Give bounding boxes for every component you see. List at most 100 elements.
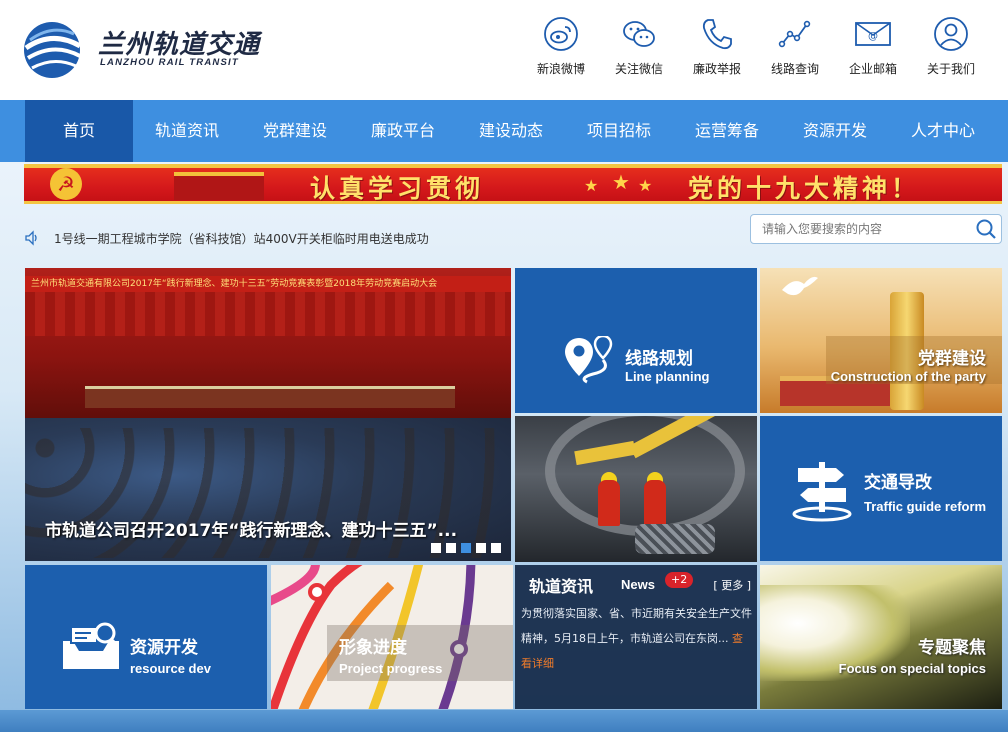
tile-title: 线路规划	[625, 349, 693, 369]
tile-subtitle: Construction of the party	[830, 369, 986, 384]
top-link-route[interactable]: 线路查询	[756, 14, 834, 86]
site-logo[interactable]: 兰州轨道交通 LANZHOU RAIL TRANSIT	[24, 20, 259, 80]
nav-item-home[interactable]: 首页	[25, 100, 133, 162]
slide-photo-podium	[85, 386, 455, 408]
tile-subtitle: Line planning	[625, 369, 710, 384]
star-icon: ★	[638, 176, 653, 195]
mail-icon: @	[855, 22, 891, 46]
logo-text-en: LANZHOU RAIL TRANSIT	[100, 57, 239, 68]
tile-title: 形象进度	[339, 638, 407, 658]
top-link-label: 关注微信	[614, 62, 663, 76]
top-link-label: 新浪微博	[536, 62, 585, 76]
signpost-icon	[792, 462, 852, 522]
banner-border-top	[24, 164, 1002, 168]
nav-item-integrity[interactable]: 廉政平台	[349, 100, 457, 162]
top-link-label: 关于我们	[926, 62, 975, 76]
tile-line-planning[interactable]: 线路规划 Line planning	[515, 268, 757, 413]
top-link-weibo[interactable]: 新浪微博	[522, 14, 600, 86]
party-banner[interactable]: ☭ ★ ★ ★ 认真学习贯彻 党的十九大精神！	[24, 164, 1002, 204]
svg-text:@: @	[868, 31, 878, 42]
tile-text: 党群建设 Construction of the party	[831, 344, 986, 384]
worker-illustration	[644, 480, 666, 526]
user-icon	[934, 17, 968, 51]
chain-illustration	[635, 524, 715, 554]
banner-text-left: 认真学习贯彻	[310, 174, 485, 203]
news-panel: 轨道资讯 News +2 [ 更多 ] 为贯彻落实国家、省、市近期有关安全生产文…	[515, 565, 757, 709]
tile-subtitle: resource dev	[130, 661, 211, 676]
star-icon: ★	[612, 170, 630, 194]
speaker-icon	[25, 230, 37, 246]
news-summary: 为贯彻落实国家、省、市近期有关安全生产文件精神，5月18日上午，市轨道公司在东岗…	[521, 601, 753, 676]
tile-subtitle: Traffic guide reform	[864, 499, 987, 514]
tile-resource-dev[interactable]: 资源开发 resource dev	[25, 565, 267, 709]
footer-strip	[0, 710, 1008, 732]
news-count-badge: +2	[665, 572, 694, 588]
tile-subtitle: Project progress	[339, 661, 443, 676]
nav-item-talent[interactable]: 人才中心	[889, 100, 997, 162]
tile-party-building[interactable]: 党群建设 Construction of the party	[760, 268, 1002, 413]
slide-caption[interactable]: 市轨道公司召开2017年“践行新理念、建功十三五”...	[45, 516, 457, 541]
slide-dot[interactable]	[491, 543, 501, 553]
gate-illustration	[174, 172, 264, 200]
dove-icon	[782, 276, 818, 296]
tile-subtitle: Focus on special topics	[838, 661, 986, 676]
tile-special-topics[interactable]: 专题聚焦 Focus on special topics	[760, 565, 1002, 709]
news-summary-text: 为贯彻落实国家、省、市近期有关安全生产文件精神，5月18日上午，市轨道公司在东岗…	[521, 607, 752, 645]
search-box	[750, 214, 1002, 244]
notice-text[interactable]: 1号线一期工程城市学院（省科技馆）站400V开关柜临时用电送电成功	[54, 230, 429, 247]
tile-text: 资源开发 resource dev	[130, 633, 211, 676]
tile-text: 专题聚焦 Focus on special topics	[839, 633, 986, 676]
top-link-about[interactable]: 关于我们	[912, 14, 990, 86]
top-link-label: 廉政举报	[692, 62, 741, 76]
news-slideshow[interactable]: 兰州市轨道交通有限公司2017年“践行新理念、建功十三五”劳动竞赛表彰暨2018…	[25, 268, 511, 561]
site-header: 兰州轨道交通 LANZHOU RAIL TRANSIT 新浪微博 关注微信 廉政…	[0, 0, 1008, 100]
top-link-mail[interactable]: @ 企业邮箱	[834, 14, 912, 86]
tile-text: 交通导改 Traffic guide reform	[864, 468, 986, 514]
tile-title: 交通导改	[864, 473, 932, 493]
star-icon: ★	[584, 176, 599, 195]
tile-title: 党群建设	[918, 349, 986, 369]
slide-dots	[431, 543, 501, 553]
top-link-report[interactable]: 廉政举报	[678, 14, 756, 86]
top-links: 新浪微博 关注微信 廉政举报 线路查询 @ 企业邮箱 关于我们	[522, 14, 990, 86]
inbox-search-icon	[63, 622, 120, 669]
slide-dot[interactable]	[431, 543, 441, 553]
phone-icon	[702, 19, 732, 50]
weibo-icon	[544, 17, 578, 51]
nav-item-party[interactable]: 党群建设	[241, 100, 349, 162]
logo-text-cn: 兰州轨道交通	[98, 30, 261, 60]
search-button[interactable]	[975, 218, 997, 244]
worker-illustration	[598, 480, 620, 526]
nav-item-rail-news[interactable]: 轨道资讯	[133, 100, 241, 162]
slide-photo-banner: 兰州市轨道交通有限公司2017年“践行新理念、建功十三五”劳动竞赛表彰暨2018…	[25, 276, 511, 292]
nav-item-operation[interactable]: 运营筹备	[673, 100, 781, 162]
main-nav: 首页 轨道资讯 党群建设 廉政平台 建设动态 项目招标 运营筹备 资源开发 人才…	[0, 100, 1008, 162]
top-link-label: 线路查询	[770, 62, 819, 76]
tile-text: 形象进度 Project progress	[339, 633, 442, 676]
tile-title: 资源开发	[130, 638, 198, 658]
nav-item-construction[interactable]: 建设动态	[457, 100, 565, 162]
banner-text-right: 党的十九大精神！	[688, 174, 921, 203]
search-input[interactable]	[751, 215, 971, 243]
tile-title: 专题聚焦	[918, 638, 986, 658]
top-link-wechat[interactable]: 关注微信	[600, 14, 678, 86]
tile-project-progress[interactable]: 形象进度 Project progress	[271, 565, 513, 709]
tile-traffic-guide[interactable]: 交通导改 Traffic guide reform	[760, 416, 1002, 561]
news-title[interactable]: 轨道资讯	[529, 573, 593, 597]
notice-bar: 1号线一期工程城市学院（省科技馆）站400V开关柜临时用电送电成功	[24, 228, 429, 248]
route-icon	[778, 20, 811, 48]
tile-tunnel-photo[interactable]	[515, 416, 757, 562]
search-icon	[976, 219, 996, 239]
news-more-link[interactable]: [ 更多 ]	[713, 577, 751, 593]
slide-dot-active[interactable]	[461, 543, 471, 553]
slide-dot[interactable]	[446, 543, 456, 553]
slide-dot[interactable]	[476, 543, 486, 553]
nav-item-resource[interactable]: 资源开发	[781, 100, 889, 162]
slide-photo-curtain	[25, 292, 511, 336]
party-emblem-icon: ☭	[50, 168, 82, 200]
news-title-en: News	[621, 577, 655, 592]
wechat-icon	[623, 21, 655, 47]
logo-icon	[24, 22, 82, 78]
map-pin-icon	[565, 336, 613, 384]
nav-item-bidding[interactable]: 项目招标	[565, 100, 673, 162]
